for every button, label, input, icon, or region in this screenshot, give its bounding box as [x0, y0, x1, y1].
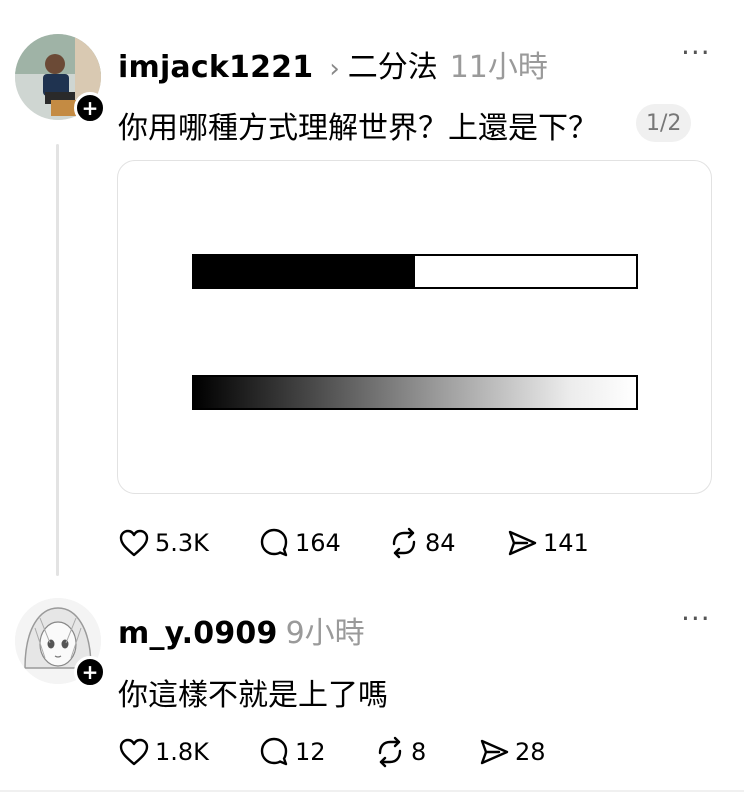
like-count: 1.8K [155, 738, 209, 766]
share-count: 28 [515, 738, 546, 766]
chevron-right-icon: › [329, 54, 340, 84]
thread-connector [56, 144, 59, 576]
media-image[interactable] [117, 160, 712, 494]
share-button[interactable]: 28 [477, 735, 546, 769]
bar-fill [194, 256, 415, 287]
share-button[interactable]: 141 [505, 526, 589, 560]
divider [0, 790, 744, 792]
like-button[interactable]: 5.3K [117, 526, 209, 560]
comment-icon [260, 528, 288, 557]
media-counter: 1/2 [636, 104, 692, 142]
topic-tag[interactable]: 二分法 [348, 42, 438, 86]
send-icon [480, 739, 509, 765]
post-header: imjack1221 › 二分法 11小時 [118, 42, 548, 86]
repost-count: 84 [425, 529, 456, 557]
timestamp: 9小時 [285, 616, 365, 651]
follow-plus-icon[interactable]: + [74, 656, 106, 688]
more-icon[interactable]: ··· [681, 36, 711, 69]
reply-button[interactable]: 12 [257, 735, 326, 769]
send-icon [508, 530, 537, 556]
username[interactable]: imjack1221 [118, 50, 313, 85]
repost-count: 8 [411, 738, 427, 766]
username[interactable]: m_y.0909 [118, 616, 278, 651]
heart-icon [119, 529, 149, 557]
like-button[interactable]: 1.8K [117, 735, 209, 769]
more-icon[interactable]: ··· [681, 602, 711, 635]
share-count: 141 [543, 529, 589, 557]
post-text: 你這樣不就是上了嗎 [118, 678, 388, 713]
follow-plus-icon[interactable]: + [74, 92, 106, 124]
reply-button[interactable]: 164 [257, 526, 341, 560]
heart-icon [119, 738, 149, 766]
repost-icon [392, 527, 416, 559]
comment-icon [260, 737, 288, 766]
half-filled-bar [192, 254, 638, 289]
post-text: 你用哪種方式理解世界？上還是下？ [118, 111, 598, 146]
repost-button[interactable]: 8 [373, 735, 426, 769]
gradient-bar [192, 375, 638, 410]
repost-icon [378, 736, 402, 768]
reply-count: 12 [295, 738, 326, 766]
post-header: m_y.0909 9小時 [118, 608, 365, 652]
reply-count: 164 [295, 529, 341, 557]
like-count: 5.3K [155, 529, 209, 557]
thread-view: + imjack1221 › 二分法 11小時 ··· 你用哪種方式理解世界？上… [0, 0, 744, 800]
timestamp: 11小時 [449, 50, 548, 85]
repost-button[interactable]: 84 [387, 526, 456, 560]
